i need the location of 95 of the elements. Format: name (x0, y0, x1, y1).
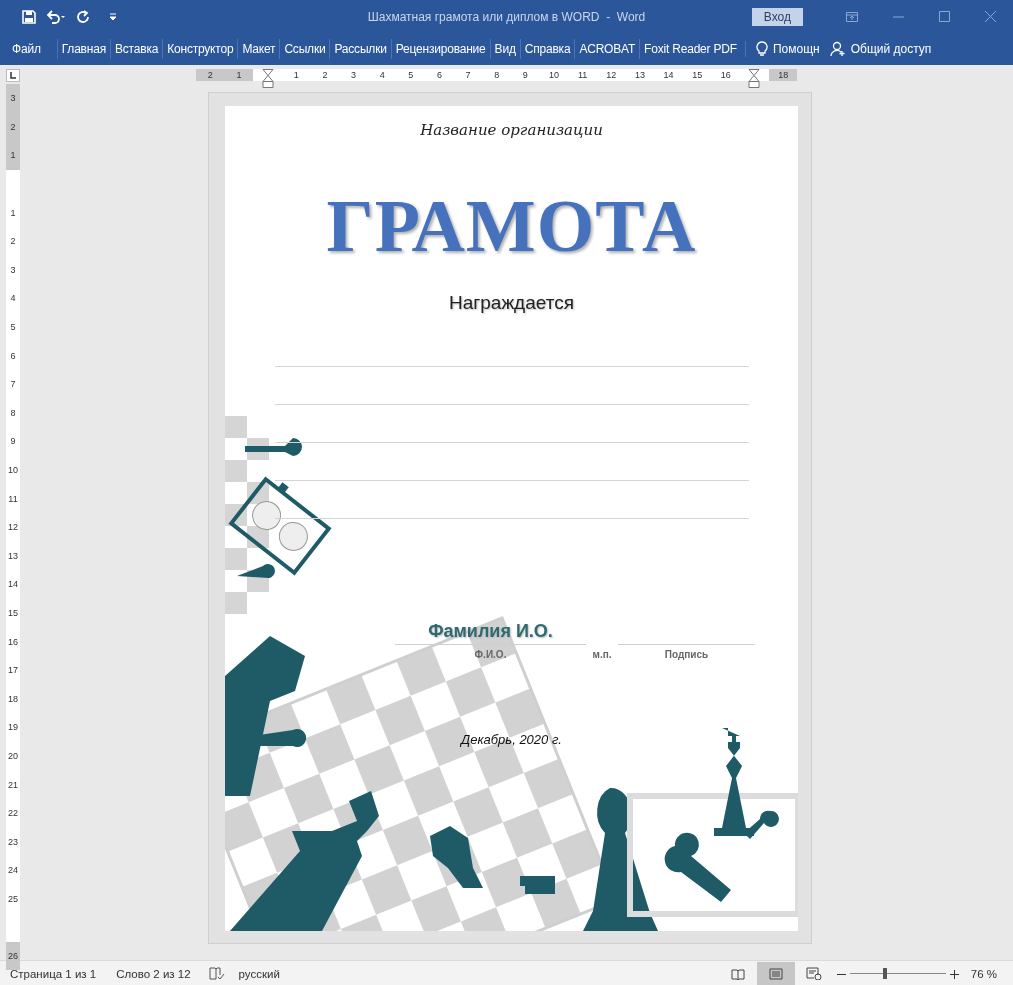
ruler-number: 12 (8, 522, 18, 533)
ruler-number: 19 (8, 722, 18, 733)
ruler-number: 22 (8, 808, 18, 819)
redo-icon[interactable] (76, 9, 90, 24)
window-title: Шахматная грамота или диплом в WORD - Word (367, 9, 646, 24)
ribbon-display-icon[interactable] (846, 11, 858, 22)
zoom-level[interactable]: 76 % (970, 967, 997, 980)
web-page-icon (805, 967, 822, 980)
ruler-number: 3 (351, 70, 357, 80)
ruler-number: 11 (577, 70, 588, 80)
ruler-number: 8 (10, 407, 16, 418)
ribbon-tab[interactable]: Макет (237, 39, 280, 59)
ruler-number: 2 (207, 70, 213, 80)
undo-icon[interactable] (46, 9, 66, 24)
ribbon-tab[interactable]: Рецензирование (390, 39, 490, 59)
ruler-number: 7 (465, 70, 471, 80)
save-icon[interactable] (22, 9, 36, 24)
ruler-number: 3 (10, 264, 16, 275)
ruler-number: 7 (10, 379, 16, 390)
ruler-number: 24 (8, 865, 18, 876)
ruler-number: 9 (10, 436, 16, 447)
ruler-number: 13 (8, 550, 18, 561)
customize-caret-icon[interactable] (108, 11, 118, 22)
indent-marker-icon[interactable] (748, 69, 761, 88)
ruler-number: 1 (293, 70, 299, 80)
ribbon-tab[interactable]: Справка (519, 39, 575, 59)
ruler-number: 1 (10, 207, 16, 218)
ribbon-tab[interactable]: Вставка (110, 39, 163, 59)
view-mode-button[interactable] (756, 961, 795, 985)
person-add-icon[interactable] (829, 41, 846, 57)
language-label[interactable]: русский (238, 967, 280, 980)
ribbon-tab[interactable]: Главная (56, 39, 110, 59)
ribbon-tab[interactable]: Вид (489, 39, 520, 59)
signature-caption: м.п. (592, 649, 612, 660)
book-icon (730, 967, 745, 980)
ruler-number: 6 (10, 350, 16, 361)
ruler-number: 2 (322, 70, 328, 80)
ruler-number: 10 (8, 465, 18, 475)
ruler-number: 16 (8, 636, 18, 647)
ruler-number: 15 (8, 608, 18, 618)
ruler-number: 4 (10, 293, 16, 304)
sign-in-button[interactable]: Вход (751, 7, 803, 26)
tab-selector-icon[interactable] (6, 69, 20, 82)
ribbon-tab[interactable]: ACROBAT (574, 39, 640, 59)
ruler-number: 9 (522, 70, 528, 80)
ruler-number: 16 (720, 70, 731, 80)
ribbon-tab[interactable]: Рассылки (329, 39, 391, 59)
ribbon-tab[interactable]: Файл (8, 39, 45, 59)
indent-marker-icon[interactable] (261, 69, 274, 88)
ribbon-tab[interactable]: Ссылки (279, 39, 330, 59)
plus-icon (949, 969, 959, 979)
ruler-number: 1 (236, 70, 242, 80)
ruler-number: 2 (10, 236, 16, 247)
award-subtitle: Награждается (449, 291, 574, 315)
ruler-number: 5 (10, 322, 16, 333)
ruler-number: 6 (436, 70, 442, 80)
ruler-number: 18 (778, 70, 789, 80)
tell-me-label[interactable]: Помощн (772, 42, 820, 56)
ruler-number: 14 (663, 70, 674, 80)
award-date: Декабрь, 2020 г. (461, 731, 562, 749)
close-icon[interactable] (984, 11, 996, 22)
ruler-number: 17 (8, 665, 18, 676)
ruler-number: 10 (549, 70, 559, 80)
signature-caption: Подпись (664, 649, 709, 660)
ribbon-tab[interactable]: Конструктор (162, 39, 238, 59)
ruler-number: 12 (606, 70, 617, 80)
proofing-icon[interactable] (208, 966, 225, 981)
ruler-number: 13 (634, 70, 645, 80)
ruler-number: 2 (10, 121, 16, 132)
maximize-icon[interactable] (938, 11, 950, 22)
ruler-number: 4 (379, 70, 385, 80)
recipient-name: Фамилия И.О. (395, 618, 586, 645)
ruler-number: 3 (10, 93, 16, 104)
ribbon-tab[interactable]: Foxit Reader PDF (639, 39, 741, 59)
share-button[interactable]: Общий доступ (850, 42, 932, 56)
ruler-number: 20 (8, 750, 18, 761)
signature-caption: Ф.И.О. (474, 649, 507, 660)
ruler-number: 18 (8, 693, 18, 704)
ruler-number: 5 (408, 70, 414, 80)
ruler-number: 25 (8, 893, 18, 904)
page-icon (768, 967, 783, 980)
ruler-number: 23 (8, 836, 18, 847)
page-count[interactable]: Страница 1 из 1 (10, 967, 97, 980)
lightbulb-icon[interactable] (755, 41, 768, 57)
ruler-number: 11 (8, 493, 18, 504)
ruler-number: 8 (494, 70, 500, 80)
ruler-number: 1 (10, 150, 16, 161)
ruler-number: 26 (8, 951, 18, 962)
ruler-number: 15 (692, 70, 703, 80)
word-count[interactable]: Слово 2 из 12 (116, 967, 191, 980)
zoom-thumb[interactable] (883, 968, 888, 979)
organization-name: Название организации (420, 120, 603, 140)
ruler-number: 21 (8, 779, 18, 790)
ruler-number: 14 (8, 579, 18, 590)
certificate-title: ГРАМОТА (326, 186, 697, 266)
